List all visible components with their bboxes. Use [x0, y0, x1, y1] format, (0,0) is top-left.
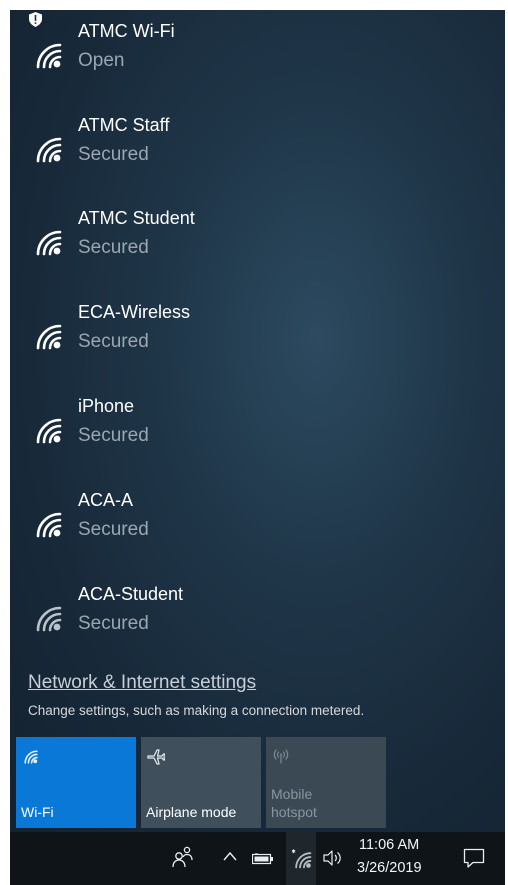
network-item-atmc-wifi[interactable]: ATMC Wi-Fi Open: [10, 10, 505, 104]
hotspot-tile-label: Mobile hotspot: [271, 785, 317, 821]
network-name: ATMC Student: [78, 208, 195, 228]
hotspot-label-line2: hotspot: [271, 804, 317, 820]
taskbar: 11:06 AM 3/26/2019: [10, 832, 505, 885]
airplane-mode-tile[interactable]: Airplane mode: [141, 737, 261, 828]
airplane-tile-label: Airplane mode: [146, 804, 237, 820]
wifi-tile-label: Wi-Fi: [21, 804, 54, 820]
network-name: ATMC Staff: [78, 115, 170, 135]
network-status: Secured: [78, 519, 149, 540]
network-name: iPhone: [78, 396, 135, 416]
notification-icon[interactable]: [463, 847, 485, 874]
hotspot-label-line1: Mobile: [271, 786, 313, 802]
network-settings-link[interactable]: Network & Internet settings: [28, 672, 256, 694]
wifi-icon: [30, 412, 64, 446]
network-flyout: ATMC Wi-Fi Open ATMC Staff Secured ATMC …: [10, 10, 505, 832]
wifi-icon: [30, 131, 64, 165]
wifi-icon: [30, 224, 64, 258]
network-item-atmc-student[interactable]: ATMC Student Secured: [10, 197, 505, 291]
network-status: Secured: [78, 331, 149, 352]
network-status: Secured: [78, 144, 149, 165]
network-item-aca-a[interactable]: ACA-A Secured: [10, 479, 505, 573]
network-list: ATMC Wi-Fi Open ATMC Staff Secured ATMC …: [10, 10, 505, 650]
battery-icon[interactable]: [251, 852, 274, 870]
wifi-toggle-tile[interactable]: Wi-Fi: [16, 737, 136, 828]
clock-time[interactable]: 11:06 AM: [359, 837, 419, 853]
network-item-iphone[interactable]: iPhone Secured: [10, 385, 505, 479]
wifi-icon: [30, 600, 64, 634]
network-name: ACA-A: [78, 490, 134, 510]
wifi-icon: [30, 37, 64, 71]
network-item-aca-student[interactable]: ACA-Student Secured: [10, 573, 505, 650]
wifi-icon[interactable]: [291, 848, 313, 875]
airplane-icon: [146, 747, 166, 772]
volume-icon[interactable]: [322, 848, 344, 873]
wifi-icon: [21, 747, 39, 770]
network-status: Secured: [78, 237, 149, 258]
network-item-eca-wireless[interactable]: ECA-Wireless Secured: [10, 291, 505, 385]
wifi-icon: [30, 318, 64, 352]
network-status: Secured: [78, 425, 149, 446]
chevron-up-icon[interactable]: [222, 849, 238, 867]
wifi-icon: [30, 506, 64, 540]
network-status: Open: [78, 50, 125, 71]
network-settings-description: Change settings, such as making a connec…: [28, 703, 365, 718]
clock-date[interactable]: 3/26/2019: [357, 860, 422, 876]
security-warning-icon: [29, 12, 42, 27]
network-name: ECA-Wireless: [78, 302, 191, 322]
people-icon[interactable]: [172, 845, 194, 874]
hotspot-icon: [271, 747, 291, 770]
mobile-hotspot-tile[interactable]: Mobile hotspot: [266, 737, 386, 828]
network-item-atmc-staff[interactable]: ATMC Staff Secured: [10, 104, 505, 198]
network-status: Secured: [78, 613, 149, 634]
network-name: ACA-Student: [78, 584, 184, 604]
network-name: ATMC Wi-Fi: [78, 21, 175, 41]
